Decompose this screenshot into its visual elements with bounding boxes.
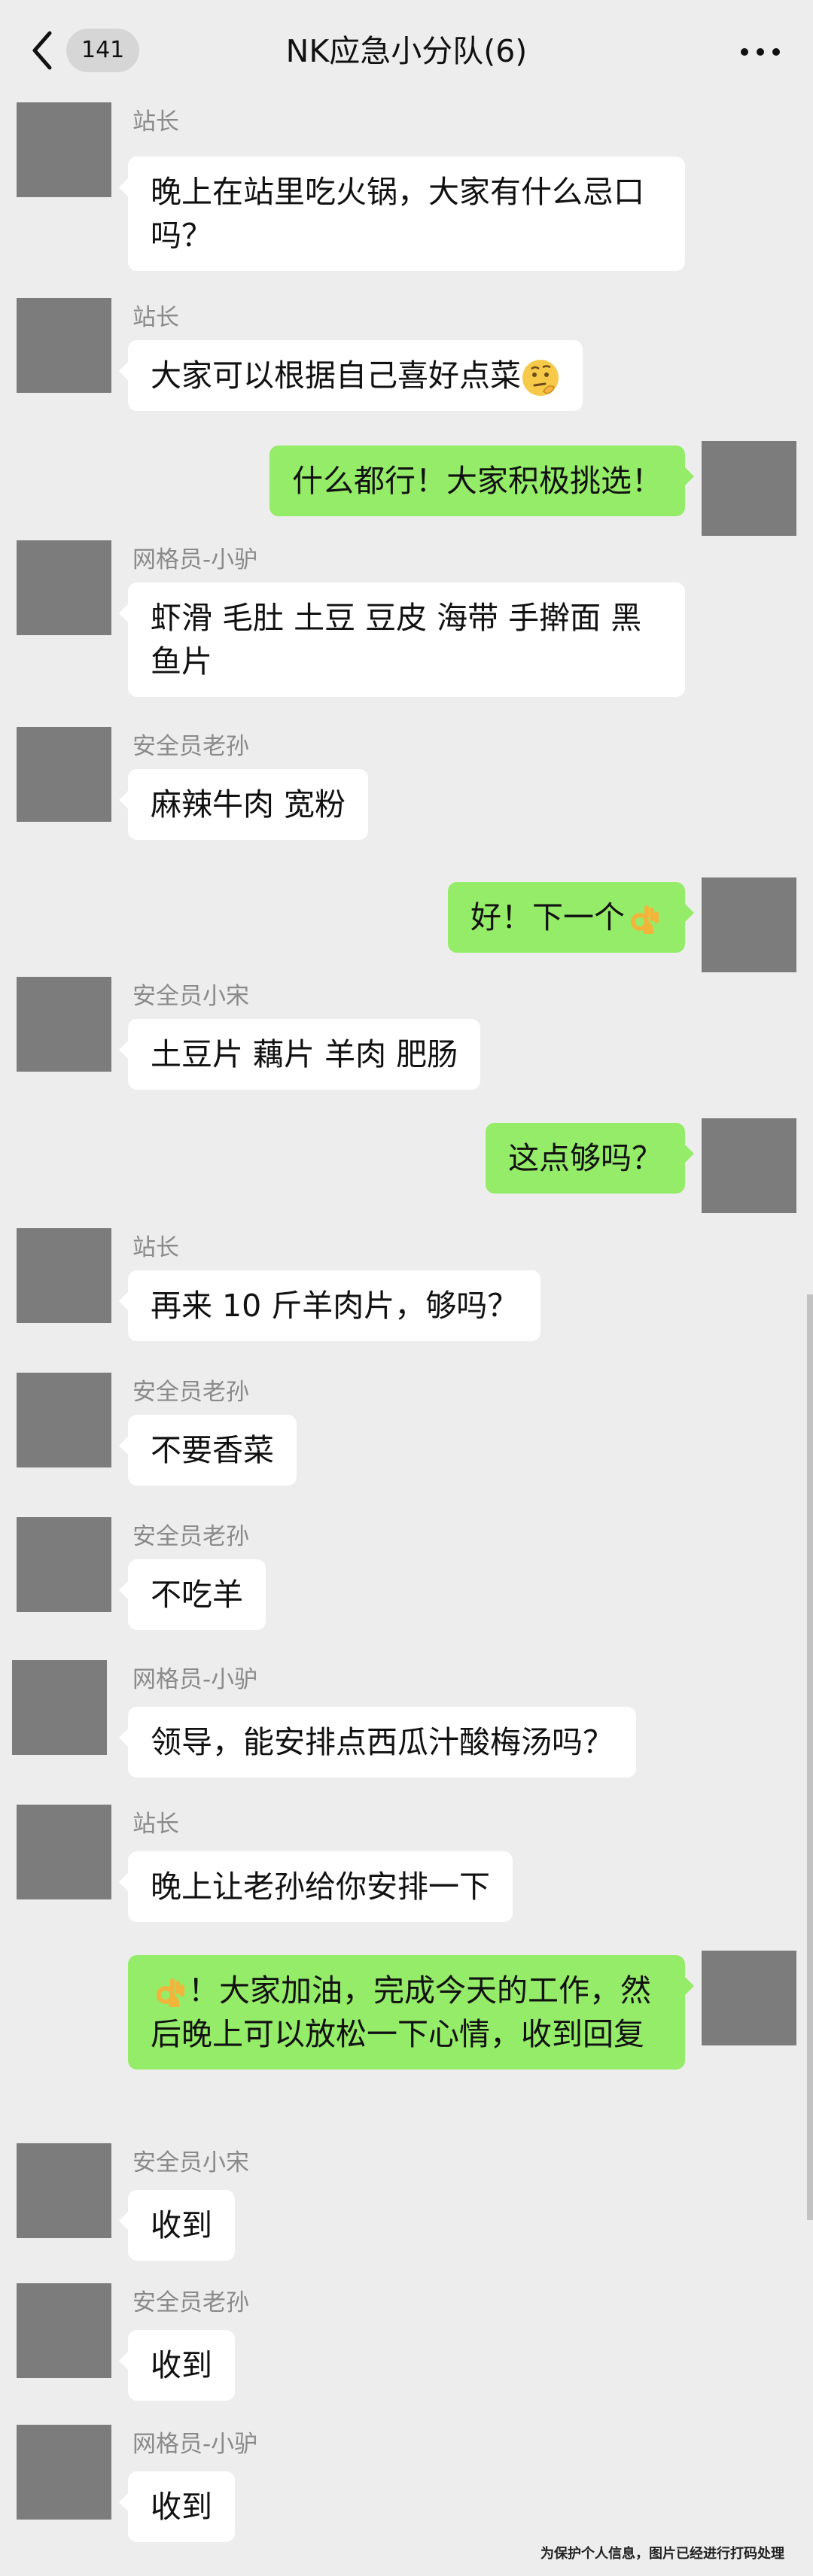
message-text: 不吃羊 (151, 1577, 243, 1613)
message-bubble[interactable]: 晚上在站里吃火锅，大家有什么忌口吗？ (119, 157, 685, 271)
message-text: 再来 10 斤羊肉片，够吗？ (151, 1288, 519, 1324)
back-chevron-icon[interactable] (30, 30, 53, 71)
message-bubble[interactable]: 虾滑 毛肚 土豆 豆皮 海带 手擀面 黑鱼片 (119, 582, 685, 697)
message-text: 收到 (151, 2489, 212, 2525)
message-bubble[interactable]: 不要香菜 (119, 1415, 297, 1486)
avatar[interactable] (17, 1517, 111, 1612)
message-bubble[interactable]: ！大家加油，完成今天的工作，然后晚上可以放松一下心情，收到回复 (128, 1955, 694, 2070)
message-bubble[interactable]: 收到 (119, 2330, 235, 2401)
ok-hand-emoji-icon (157, 1978, 184, 2007)
more-options-icon[interactable] (738, 36, 783, 66)
sender-name: 安全员小宋 (132, 2149, 249, 2176)
sender-name: 站长 (132, 1811, 179, 1838)
message-text: 麻辣牛肉 宽粉 (151, 786, 346, 823)
chat-header: 141 NK应急小分队(6) (0, 0, 813, 102)
avatar[interactable] (17, 540, 111, 635)
message-bubble[interactable]: 收到 (119, 2471, 235, 2542)
sender-name: 站长 (132, 1234, 179, 1261)
message-text: ！大家加油，完成今天的工作，然后晚上可以放松一下心情，收到回复 (151, 1972, 651, 2052)
chat-title: NK应急小分队(6) (285, 33, 528, 69)
message-text: 虾滑 毛肚 土豆 豆皮 海带 手擀面 黑鱼片 (151, 600, 642, 680)
ok-hand-emoji-icon (631, 905, 659, 934)
avatar[interactable] (17, 727, 111, 822)
avatar[interactable] (17, 298, 111, 393)
sender-name: 安全员老孙 (132, 1523, 249, 1550)
avatar[interactable] (17, 102, 111, 197)
message-bubble[interactable]: 麻辣牛肉 宽粉 (118, 769, 369, 840)
sender-name: 安全员老孙 (132, 733, 249, 760)
sender-name: 网格员-小驴 (132, 2431, 258, 2458)
message-bubble[interactable]: 再来 10 斤羊肉片，够吗？ (118, 1270, 541, 1341)
message-text: 晚上让老孙给你安排一下 (151, 1869, 490, 1905)
avatar[interactable] (17, 2143, 111, 2238)
message-bubble[interactable]: 这点够吗？ (486, 1123, 694, 1194)
message-bubble[interactable]: 不吃羊 (119, 1559, 266, 1630)
message-text: 收到 (151, 2207, 212, 2243)
sender-name: 站长 (132, 108, 179, 135)
sender-name: 网格员-小驴 (132, 1666, 258, 1693)
message-bubble[interactable]: 晚上让老孙给你安排一下 (119, 1851, 513, 1922)
avatar[interactable] (17, 1228, 111, 1323)
avatar[interactable] (17, 1805, 111, 1899)
message-text: 大家可以根据自己喜好点菜 (151, 357, 521, 394)
sender-name: 安全员老孙 (132, 1379, 249, 1406)
message-bubble[interactable]: 收到 (119, 2190, 235, 2261)
message-bubble[interactable]: 什么都行！大家积极挑选！ (269, 446, 694, 516)
thinking-face-emoji-icon (522, 360, 559, 396)
message-bubble[interactable]: 土豆片 藕片 羊肉 肥肠 (118, 1019, 481, 1090)
message-text: 晚上在站里吃火锅，大家有什么忌口吗？ (151, 174, 644, 254)
message-bubble[interactable]: 领导，能安排点西瓜汁酸梅汤吗？ (119, 1707, 636, 1778)
avatar[interactable] (702, 877, 796, 972)
avatar[interactable] (12, 1660, 107, 1755)
unread-count-badge[interactable]: 141 (66, 29, 140, 72)
avatar[interactable] (702, 1118, 796, 1213)
message-text: 不要香菜 (151, 1432, 274, 1468)
avatar[interactable] (17, 977, 111, 1072)
privacy-watermark-note: 为保护个人信息，图片已经进行打码处理 (540, 2546, 784, 2562)
message-text: 好！下一个 (470, 899, 625, 935)
message-text: 收到 (151, 2347, 212, 2383)
sender-name: 安全员老孙 (132, 2289, 249, 2316)
sender-name: 站长 (132, 304, 179, 331)
message-text: 领导，能安排点西瓜汁酸梅汤吗？ (151, 1724, 614, 1760)
sender-name: 安全员小宋 (132, 983, 249, 1010)
avatar[interactable] (702, 441, 796, 536)
avatar[interactable] (17, 2425, 111, 2520)
message-text: 土豆片 藕片 羊肉 肥肠 (151, 1036, 458, 1072)
message-text: 这点够吗？ (508, 1140, 662, 1176)
message-bubble[interactable]: 大家可以根据自己喜好点菜 (119, 340, 583, 411)
avatar[interactable] (702, 1951, 796, 2045)
scrollbar[interactable] (807, 1294, 813, 2220)
avatar[interactable] (17, 1373, 111, 1467)
avatar[interactable] (17, 2283, 111, 2378)
message-bubble[interactable]: 好！下一个 (448, 882, 694, 953)
sender-name: 网格员-小驴 (132, 546, 258, 573)
message-text: 什么都行！大家积极挑选！ (292, 463, 662, 499)
